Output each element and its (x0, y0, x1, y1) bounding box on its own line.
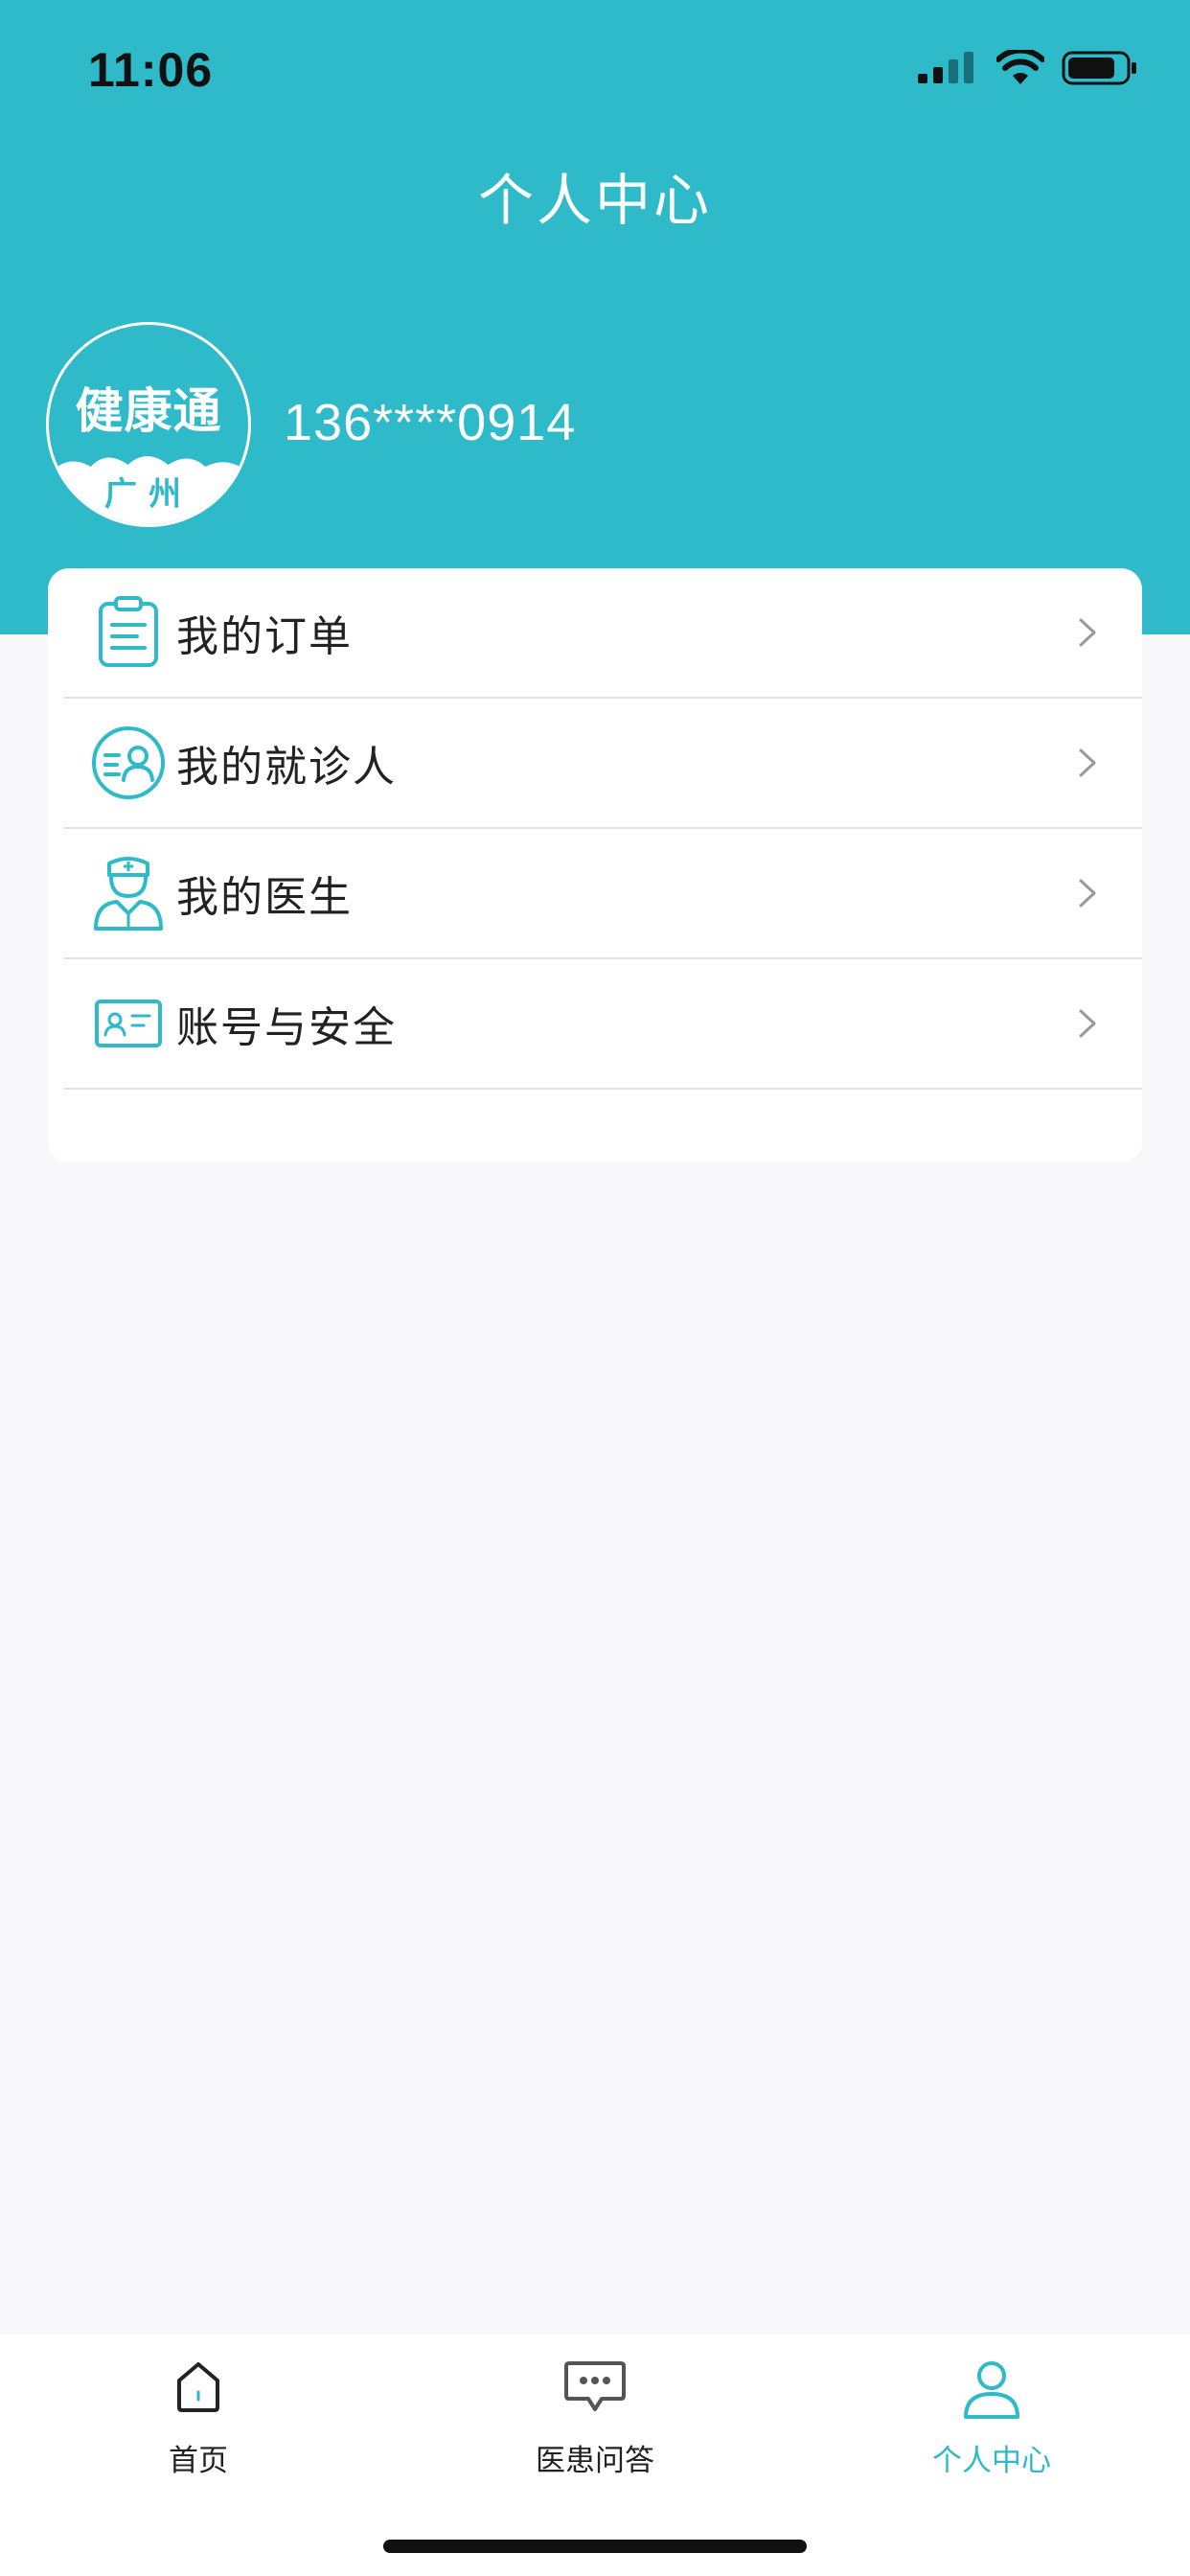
home-icon (177, 2362, 219, 2412)
doctor-icon (94, 857, 163, 931)
home-indicator[interactable] (383, 2540, 807, 2553)
signal-icon (918, 52, 973, 83)
battery-icon (1062, 51, 1136, 85)
chevron-right-icon (1079, 748, 1096, 777)
person-icon (964, 2361, 1019, 2419)
screen: 11:06 个人中心 健康通 广州 136****0914 我的订单 我的就诊人… (0, 0, 1190, 2576)
tab-label: 医患问答 (536, 2444, 654, 2478)
status-time: 11:06 (88, 43, 214, 97)
tab-label: 个人中心 (932, 2444, 1051, 2478)
chevron-right-icon (1079, 1009, 1096, 1038)
menu-item-account-security[interactable]: 账号与安全 (63, 959, 1142, 1090)
menu-item-patients[interactable]: 我的就诊人 (63, 699, 1142, 829)
id-card-icon (95, 1000, 162, 1047)
menu-card: 我的订单 我的就诊人 我的医生 账号与安全 (48, 568, 1142, 1162)
wifi-icon (996, 50, 1044, 84)
chat-bubble-icon (564, 2361, 626, 2411)
menu-item-label: 账号与安全 (176, 1003, 397, 1052)
menu-item-label: 我的医生 (176, 873, 353, 922)
menu-item-label: 我的订单 (176, 612, 353, 661)
avatar-city-text: 广州 (104, 475, 193, 514)
page-title: 个人中心 (477, 168, 712, 233)
chevron-right-icon (1079, 879, 1096, 908)
avatar[interactable]: 健康通 广州 (46, 322, 251, 527)
tab-home[interactable]: 首页 (0, 2334, 397, 2507)
patient-icon (92, 726, 165, 799)
tab-profile[interactable]: 个人中心 (793, 2334, 1190, 2507)
clipboard-icon (99, 596, 158, 667)
menu-item-orders[interactable]: 我的订单 (63, 568, 1142, 699)
header: 11:06 个人中心 (0, 0, 1190, 634)
menu-item-label: 我的就诊人 (176, 743, 397, 792)
status-icons (916, 50, 1138, 86)
avatar-logo-text: 健康通 (75, 383, 222, 439)
user-phone: 136****0914 (284, 394, 577, 451)
tab-label: 首页 (169, 2444, 228, 2478)
tab-qa[interactable]: 医患问答 (397, 2334, 793, 2507)
chevron-right-icon (1079, 618, 1096, 647)
menu-item-doctors[interactable]: 我的医生 (63, 829, 1142, 959)
